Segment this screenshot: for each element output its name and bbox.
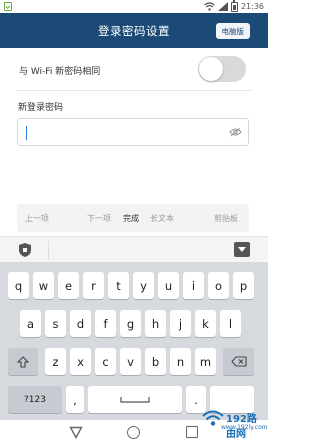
watermark-url: www.192ly.com <box>221 424 268 431</box>
comma-key[interactable]: , <box>66 386 84 413</box>
key-z[interactable]: z <box>45 348 66 375</box>
new-password-label: 新登录密码 <box>18 103 64 113</box>
status-bar: 21:36 <box>0 0 268 13</box>
key-t[interactable]: t <box>108 272 129 299</box>
key-x[interactable]: x <box>70 348 91 375</box>
key-e[interactable]: e <box>58 272 79 299</box>
space-icon <box>120 396 150 403</box>
toggle-knob <box>199 57 223 81</box>
key-n[interactable]: n <box>170 348 191 375</box>
text-caret <box>26 126 27 140</box>
recent-apps-icon[interactable] <box>186 426 198 438</box>
key-k[interactable]: k <box>195 310 216 337</box>
key-i[interactable]: i <box>183 272 204 299</box>
key-w[interactable]: w <box>33 272 54 299</box>
next-field-button[interactable]: 下一项 <box>87 213 111 224</box>
separator <box>48 241 49 259</box>
shift-icon <box>17 355 29 368</box>
wifi-same-toggle[interactable] <box>198 56 246 82</box>
shield-icon[interactable] <box>18 242 32 258</box>
back-icon[interactable] <box>69 426 83 439</box>
wifi-icon <box>204 2 215 11</box>
key-g[interactable]: g <box>120 310 141 337</box>
key-r[interactable]: r <box>83 272 104 299</box>
long-text-button[interactable]: 长文本 <box>150 213 174 224</box>
key-v[interactable]: v <box>120 348 141 375</box>
app-notification-icon <box>4 2 12 11</box>
keyboard-top-bar <box>0 236 268 262</box>
key-l[interactable]: l <box>220 310 241 337</box>
key-d[interactable]: d <box>70 310 91 337</box>
done-button[interactable]: 完成 <box>123 213 139 224</box>
key-u[interactable]: u <box>158 272 179 299</box>
key-y[interactable]: y <box>133 272 154 299</box>
desktop-version-button[interactable]: 电脑版 <box>215 23 250 39</box>
key-s[interactable]: s <box>45 310 66 337</box>
battery-icon <box>230 0 238 12</box>
eye-toggle-icon[interactable] <box>229 127 242 137</box>
shift-key[interactable] <box>8 348 38 375</box>
page-title: 登录密码设置 <box>98 23 170 38</box>
symbols-key[interactable]: ?123 <box>8 386 62 413</box>
key-c[interactable]: c <box>95 348 116 375</box>
home-icon[interactable] <box>127 426 140 439</box>
key-q[interactable]: q <box>8 272 29 299</box>
collapse-keyboard-icon[interactable] <box>234 242 250 257</box>
space-key[interactable] <box>88 386 182 413</box>
form-accessory-bar: 上一项 下一项 完成 长文本 剪贴板 <box>17 204 249 232</box>
new-password-input[interactable] <box>17 118 249 146</box>
key-p[interactable]: p <box>233 272 254 299</box>
status-time: 21:36 <box>240 2 264 11</box>
key-h[interactable]: h <box>145 310 166 337</box>
backspace-icon <box>230 356 247 367</box>
wifi-same-row: 与 Wi-Fi 新密码相同 <box>0 55 268 85</box>
key-b[interactable]: b <box>145 348 166 375</box>
backspace-key[interactable] <box>223 348 254 375</box>
wifi-same-label: 与 Wi-Fi 新密码相同 <box>19 66 101 77</box>
soft-keyboard: q w e r t y u i o p a s d f g h j k l z … <box>0 262 268 420</box>
key-o[interactable]: o <box>208 272 229 299</box>
signal-icon <box>217 2 228 11</box>
site-watermark: 192路由网 www.192ly.com <box>202 407 268 441</box>
key-m[interactable]: m <box>195 348 216 375</box>
key-a[interactable]: a <box>20 310 41 337</box>
key-f[interactable]: f <box>95 310 116 337</box>
prev-field-button[interactable]: 上一项 <box>25 213 49 224</box>
app-header: 登录密码设置 电脑版 <box>0 13 268 48</box>
key-j[interactable]: j <box>170 310 191 337</box>
divider <box>16 90 252 91</box>
clipboard-button[interactable]: 剪贴板 <box>214 213 238 224</box>
